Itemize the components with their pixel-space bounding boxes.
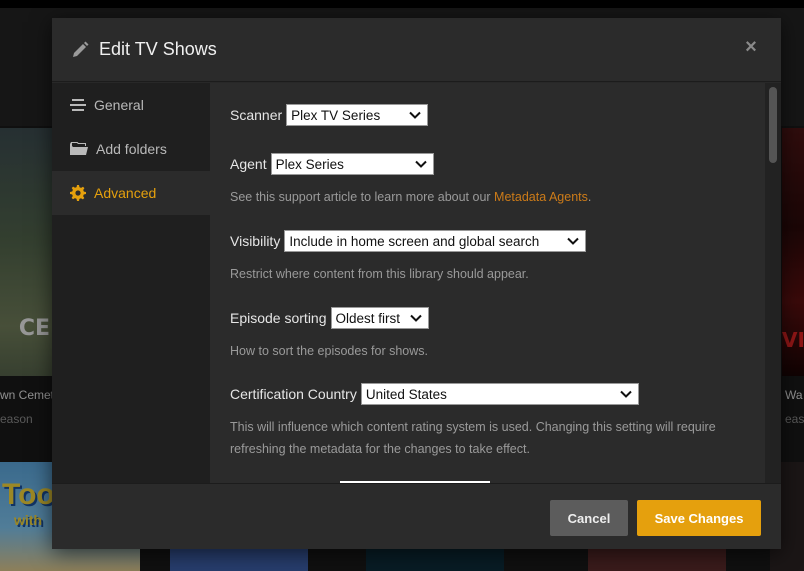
list-icon [70, 99, 86, 111]
episode-sorting-row: Episode sorting Oldest first [230, 307, 429, 329]
agent-value: Plex Series [275, 156, 344, 172]
cancel-button[interactable]: Cancel [550, 500, 628, 536]
settings-sidebar: General Add folders Advanced [52, 83, 210, 483]
certification-country-help-text: This will influence which content rating… [230, 416, 750, 460]
edit-library-modal: Edit TV Shows × General Add folders Adva… [52, 18, 781, 549]
agent-label: Agent [230, 156, 267, 172]
folder-icon [70, 142, 88, 155]
visibility-help-text: Restrict where content from this library… [230, 267, 529, 281]
scrollbar-thumb[interactable] [769, 87, 777, 163]
visibility-value: Include in home screen and global search [289, 233, 540, 249]
modal-footer: Cancel Save Changes [52, 483, 781, 549]
chevron-down-icon [620, 390, 632, 398]
agent-help-text: See this support article to learn more a… [230, 186, 750, 208]
close-icon[interactable]: × [741, 37, 761, 57]
scanner-value: Plex TV Series [291, 107, 381, 123]
chevron-down-icon [409, 314, 422, 322]
scrollbar[interactable] [765, 83, 781, 483]
visibility-label: Visibility [230, 233, 281, 249]
sidebar-item-add-folders[interactable]: Add folders [52, 127, 210, 171]
visibility-select[interactable]: Include in home screen and global search [284, 230, 587, 252]
advanced-settings-panel: Scanner Plex TV Series Agent Plex Series… [210, 83, 765, 483]
agent-help-prefix: See this support article to learn more a… [230, 190, 495, 204]
certification-country-label: Certification Country [230, 386, 357, 402]
modal-header: Edit TV Shows × [52, 18, 781, 82]
agent-help-suffix: . [587, 190, 592, 204]
chevron-down-icon [567, 237, 580, 245]
sidebar-item-general[interactable]: General [52, 83, 210, 127]
scanner-select[interactable]: Plex TV Series [286, 104, 429, 126]
sidebar-item-label: General [94, 97, 144, 113]
visibility-row: Visibility Include in home screen and gl… [230, 230, 587, 252]
chevron-down-icon [414, 160, 427, 168]
episode-sorting-help-text: How to sort the episodes for shows. [230, 344, 429, 358]
sidebar-item-advanced[interactable]: Advanced [52, 171, 210, 215]
help-line: refreshing the metadata for the changes … [230, 442, 530, 456]
episode-sorting-label: Episode sorting [230, 310, 327, 326]
save-changes-button[interactable]: Save Changes [637, 500, 761, 536]
gear-icon [70, 185, 86, 201]
scanner-row: Scanner Plex TV Series [230, 104, 429, 126]
metadata-agents-link[interactable]: Metadata Agents [494, 190, 588, 204]
sidebar-item-label: Add folders [96, 141, 167, 157]
pencil-icon [73, 41, 89, 57]
modal-title: Edit TV Shows [99, 39, 217, 59]
sidebar-item-label: Advanced [94, 185, 157, 201]
certification-country-select[interactable]: United States [360, 383, 639, 405]
episode-sorting-value: Oldest first [335, 310, 401, 326]
agent-row: Agent Plex Series [230, 153, 434, 175]
certification-country-row: Certification Country United States [230, 383, 639, 405]
episode-sorting-select[interactable]: Oldest first [330, 307, 429, 329]
scanner-label: Scanner [230, 107, 283, 123]
agent-select[interactable]: Plex Series [270, 153, 434, 175]
help-line: This will influence which content rating… [230, 420, 716, 434]
chevron-down-icon [409, 111, 421, 119]
certification-country-value: United States [365, 386, 447, 402]
